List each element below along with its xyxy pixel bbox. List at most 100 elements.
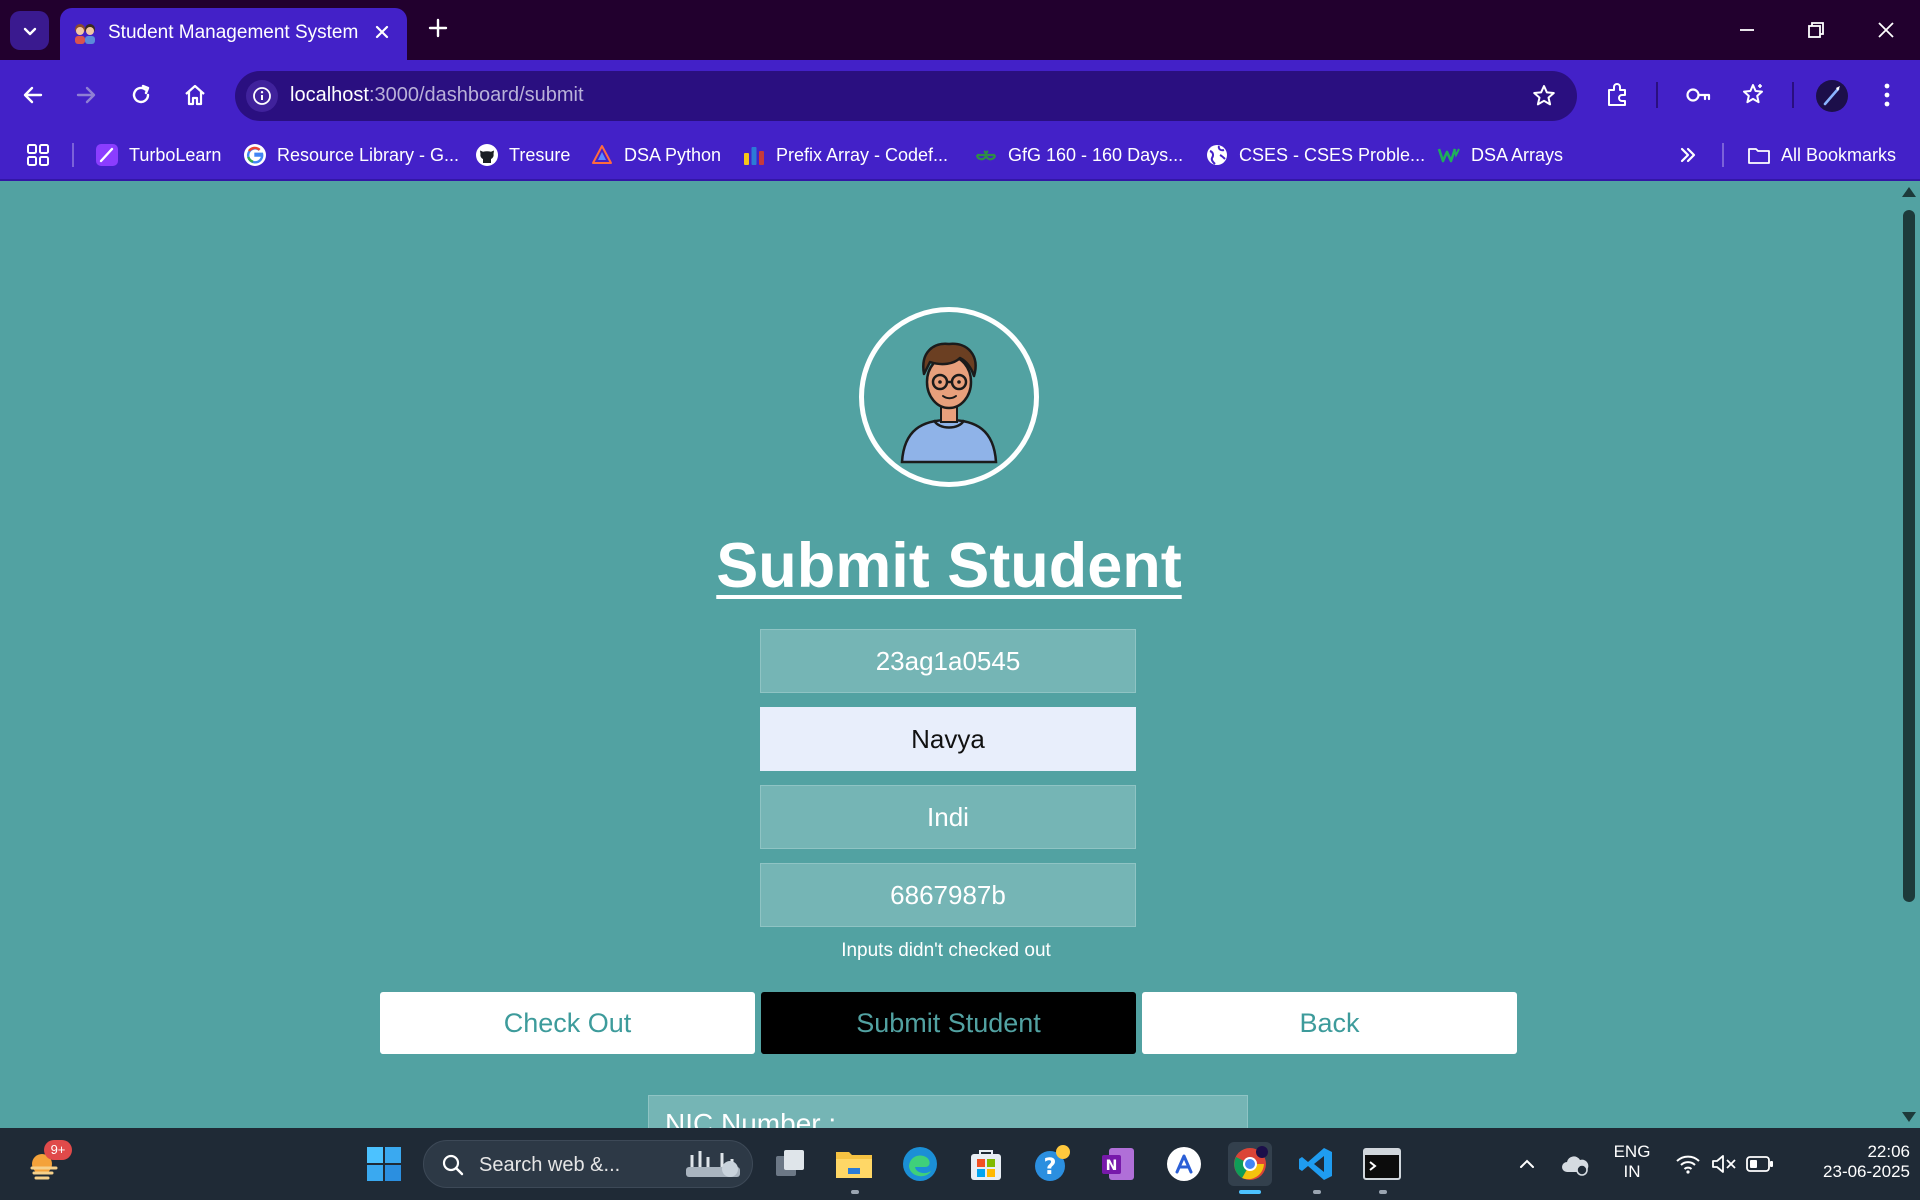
bookmark-cses[interactable]: CSES - CSES Proble... (1205, 141, 1425, 169)
back-nav-button[interactable]: Back (1142, 992, 1517, 1054)
file-explorer-button[interactable] (832, 1142, 876, 1186)
bookmark-label: TurboLearn (129, 144, 222, 165)
restore-icon[interactable] (1802, 16, 1830, 44)
student-avatar (859, 307, 1039, 487)
get-help-button[interactable]: ? (1030, 1142, 1074, 1186)
all-bookmarks-button[interactable]: All Bookmarks (1747, 141, 1896, 169)
bookmark-resource-library[interactable]: Resource Library - G... (243, 141, 459, 169)
bookmark-star-icon[interactable] (1531, 83, 1557, 109)
home-icon (185, 84, 205, 106)
bookmarks-bar: TurboLearn Resource Library - G... Tresu… (0, 129, 1920, 181)
student-id-field[interactable] (760, 629, 1136, 693)
reading-list-button[interactable] (1736, 78, 1770, 112)
bookmark-tresure[interactable]: Tresure (475, 141, 570, 169)
browser-tab-active[interactable]: Student Management System (60, 8, 407, 60)
onenote-button[interactable]: N (1096, 1142, 1140, 1186)
reload-button[interactable] (124, 78, 158, 112)
student-country-field[interactable] (760, 785, 1136, 849)
apps-grid-icon (27, 144, 49, 166)
task-view-icon (776, 1150, 804, 1176)
turbolearn-icon (96, 144, 118, 166)
clock[interactable]: 22:06 23-06-2025 (1790, 1142, 1910, 1182)
password-manager-button[interactable] (1681, 78, 1715, 112)
dsa-python-icon (592, 145, 612, 164)
all-bookmarks-label: All Bookmarks (1781, 144, 1897, 165)
folder-icon (1748, 148, 1770, 164)
extensions-button[interactable] (1601, 78, 1635, 112)
bookmark-dsa-arrays[interactable]: DSA Arrays (1437, 141, 1563, 169)
bookmark-label: Resource Library - G... (277, 144, 460, 165)
back-button[interactable] (16, 78, 50, 112)
app-button[interactable] (1162, 1142, 1206, 1186)
show-hidden-icons-button[interactable] (1505, 1142, 1549, 1186)
bookmark-dsa-python[interactable]: DSA Python (590, 141, 721, 169)
language-code: ENG (1613, 1142, 1651, 1161)
bookmark-prefix-array[interactable]: Prefix Array - Codef... (742, 141, 948, 169)
apps-button[interactable] (26, 141, 50, 169)
submit-student-button[interactable]: Submit Student (761, 992, 1136, 1054)
student-name-field[interactable] (760, 707, 1136, 771)
terminal-icon (1363, 1148, 1401, 1180)
battery-button[interactable] (1738, 1142, 1782, 1186)
task-view-button[interactable] (768, 1142, 812, 1186)
close-tab-icon[interactable] (371, 21, 393, 43)
student-illustration-icon (900, 342, 998, 464)
svg-text:N: N (1106, 1158, 1118, 1174)
toolbar-separator (1656, 82, 1658, 108)
browser-toolbar: localhost:3000/dashboard/submit (0, 60, 1920, 129)
search-placeholder: Search web &... (479, 1154, 621, 1176)
taskbar-search[interactable]: Search web &... (423, 1140, 753, 1188)
bookmark-turbolearn[interactable]: TurboLearn (95, 141, 221, 169)
students-favicon-icon (75, 24, 95, 44)
chevron-up-icon (1520, 1159, 1534, 1168)
chevron-double-right-icon (1680, 147, 1696, 163)
site-info-button[interactable] (246, 80, 278, 112)
close-window-icon[interactable] (1872, 16, 1900, 44)
page-content: Submit Student Inputs didn't checked out… (0, 182, 1898, 1128)
url-path: :3000/dashboard/submit (368, 84, 584, 106)
notification-badge: 9+ (44, 1140, 72, 1160)
toolbar-separator (1792, 82, 1794, 108)
store-button[interactable] (964, 1142, 1008, 1186)
search-highlight-icon (686, 1151, 740, 1177)
browser-menu-button[interactable] (1870, 78, 1904, 112)
validation-message: Inputs didn't checked out (841, 940, 1051, 961)
terminal-button[interactable] (1360, 1142, 1404, 1186)
bookmark-label: GfG 160 - 160 Days... (1008, 144, 1184, 165)
onedrive-button[interactable] (1553, 1142, 1597, 1186)
cloud-icon (1562, 1156, 1589, 1176)
running-indicator (851, 1190, 859, 1194)
google-icon (244, 144, 266, 166)
volume-muted-icon (1712, 1155, 1736, 1173)
start-button[interactable] (362, 1142, 406, 1186)
bookmarks-separator (72, 143, 74, 167)
onenote-icon: N (1102, 1148, 1134, 1180)
home-button[interactable] (178, 78, 212, 112)
student-code-field[interactable] (760, 863, 1136, 927)
svg-text:?: ? (1044, 1155, 1057, 1180)
profile-avatar-button[interactable] (1816, 80, 1848, 112)
bookmarks-separator (1722, 143, 1724, 167)
github-icon (476, 144, 498, 166)
edge-browser-icon (903, 1147, 937, 1181)
nic-number-card: NIC Number : (648, 1095, 1248, 1128)
active-app-indicator (1239, 1190, 1261, 1194)
address-bar[interactable]: localhost:3000/dashboard/submit (235, 71, 1577, 121)
check-out-button[interactable]: Check Out (380, 992, 755, 1054)
profile-feather-icon (1823, 86, 1840, 106)
vscode-button[interactable] (1294, 1142, 1338, 1186)
more-bookmarks-button[interactable] (1676, 141, 1700, 169)
scroll-down-arrow-icon[interactable] (1901, 1110, 1917, 1124)
minimize-icon[interactable] (1733, 16, 1761, 44)
forward-button[interactable] (69, 78, 103, 112)
scrollbar-thumb[interactable] (1903, 210, 1915, 902)
scroll-up-arrow-icon[interactable] (1901, 185, 1917, 199)
globe-icon (1207, 145, 1227, 165)
new-tab-icon[interactable] (424, 14, 452, 42)
puzzle-icon (1608, 83, 1626, 106)
chrome-button[interactable] (1228, 1142, 1272, 1186)
input-language[interactable]: ENG IN (1604, 1142, 1660, 1182)
bookmark-gfg-160[interactable]: GfG 160 - 160 Days... (974, 141, 1183, 169)
tab-search-button[interactable] (10, 11, 49, 50)
edge-button[interactable] (898, 1142, 942, 1186)
